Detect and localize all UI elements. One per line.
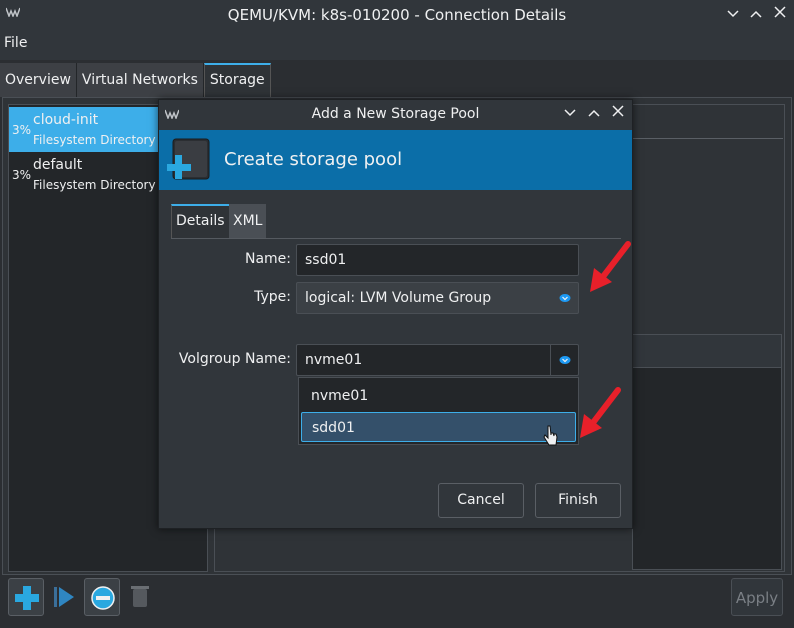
dialog-close-button[interactable] bbox=[609, 105, 627, 123]
add-storage-pool-dialog: Add a New Storage Pool Create storage po… bbox=[158, 99, 633, 529]
dialog-maximize-button[interactable] bbox=[585, 105, 603, 123]
mouse-cursor-icon bbox=[543, 425, 558, 446]
close-icon bbox=[612, 105, 624, 117]
apply-button[interactable]: Apply bbox=[731, 578, 783, 616]
type-select-value: logical: LVM Volume Group bbox=[305, 290, 492, 306]
red-arrow-annotation bbox=[580, 387, 621, 438]
cancel-button[interactable]: Cancel bbox=[438, 483, 524, 518]
menu-file[interactable]: File bbox=[4, 35, 27, 51]
start-pool-button[interactable] bbox=[46, 578, 82, 616]
chevron-down-icon bbox=[559, 294, 571, 302]
dialog-titlebar: Add a New Storage Pool bbox=[159, 100, 632, 130]
tab-overview[interactable]: Overview bbox=[0, 63, 77, 97]
chevron-down-icon bbox=[564, 109, 576, 117]
window-title: QEMU/KVM: k8s-010200 - Connection Detail… bbox=[227, 6, 567, 24]
plus-icon bbox=[15, 586, 39, 610]
pool-usage: 3% bbox=[12, 123, 32, 137]
chevron-down-icon[interactable] bbox=[559, 355, 571, 365]
pool-name: default bbox=[33, 157, 83, 173]
minimize-button[interactable] bbox=[723, 4, 743, 24]
pool-name: cloud-init bbox=[33, 112, 99, 128]
play-icon bbox=[54, 587, 74, 607]
pool-usage: 3% bbox=[12, 168, 32, 182]
chevron-up-icon bbox=[750, 10, 762, 18]
volgroup-dropdown: nvme01 sdd01 bbox=[298, 377, 579, 445]
type-label: Type: bbox=[254, 289, 291, 305]
add-pool-button[interactable] bbox=[8, 578, 44, 616]
stop-pool-button[interactable] bbox=[84, 578, 120, 616]
finish-button[interactable]: Finish bbox=[535, 483, 621, 518]
dialog-minimize-button[interactable] bbox=[561, 105, 579, 123]
red-arrow-annotation bbox=[590, 241, 631, 292]
volgroup-combo[interactable]: nvme01 bbox=[296, 344, 579, 376]
storage-pool-add-icon bbox=[167, 138, 210, 180]
trash-icon bbox=[131, 586, 149, 607]
tab-details[interactable]: Details bbox=[171, 204, 230, 238]
dialog-header: Create storage pool bbox=[159, 130, 632, 190]
combo-separator bbox=[550, 345, 551, 375]
type-select[interactable]: logical: LVM Volume Group bbox=[296, 282, 579, 314]
volumes-table-header bbox=[632, 334, 782, 368]
dialog-heading: Create storage pool bbox=[224, 149, 403, 170]
chevron-down-icon bbox=[727, 10, 739, 18]
window-titlebar: QEMU/KVM: k8s-010200 - Connection Detail… bbox=[0, 0, 794, 30]
tab-storage[interactable]: Storage bbox=[203, 63, 271, 97]
name-label: Name: bbox=[244, 251, 291, 267]
tab-virtual-networks[interactable]: Virtual Networks bbox=[76, 63, 204, 97]
dropdown-option-nvme01[interactable]: nvme01 bbox=[301, 381, 576, 411]
volumes-table[interactable] bbox=[632, 334, 782, 570]
pool-type: Filesystem Directory bbox=[33, 178, 156, 192]
tab-divider bbox=[171, 238, 621, 239]
close-icon bbox=[774, 6, 786, 18]
close-button[interactable] bbox=[770, 4, 790, 24]
name-field[interactable]: ssd01 bbox=[296, 244, 579, 276]
tab-xml[interactable]: XML bbox=[229, 204, 267, 238]
volgroup-value: nvme01 bbox=[305, 352, 363, 368]
main-tabbar: Overview Virtual Networks Storage bbox=[0, 63, 271, 97]
menubar: File bbox=[0, 30, 794, 60]
maximize-button[interactable] bbox=[746, 4, 766, 24]
delete-pool-button[interactable] bbox=[122, 578, 158, 616]
volgroup-label: Volgroup Name: bbox=[178, 351, 291, 367]
dropdown-option-sdd01[interactable]: sdd01 bbox=[301, 412, 576, 442]
chevron-up-icon bbox=[588, 109, 600, 117]
pool-type: Filesystem Directory bbox=[33, 133, 156, 147]
stop-icon bbox=[91, 586, 115, 610]
